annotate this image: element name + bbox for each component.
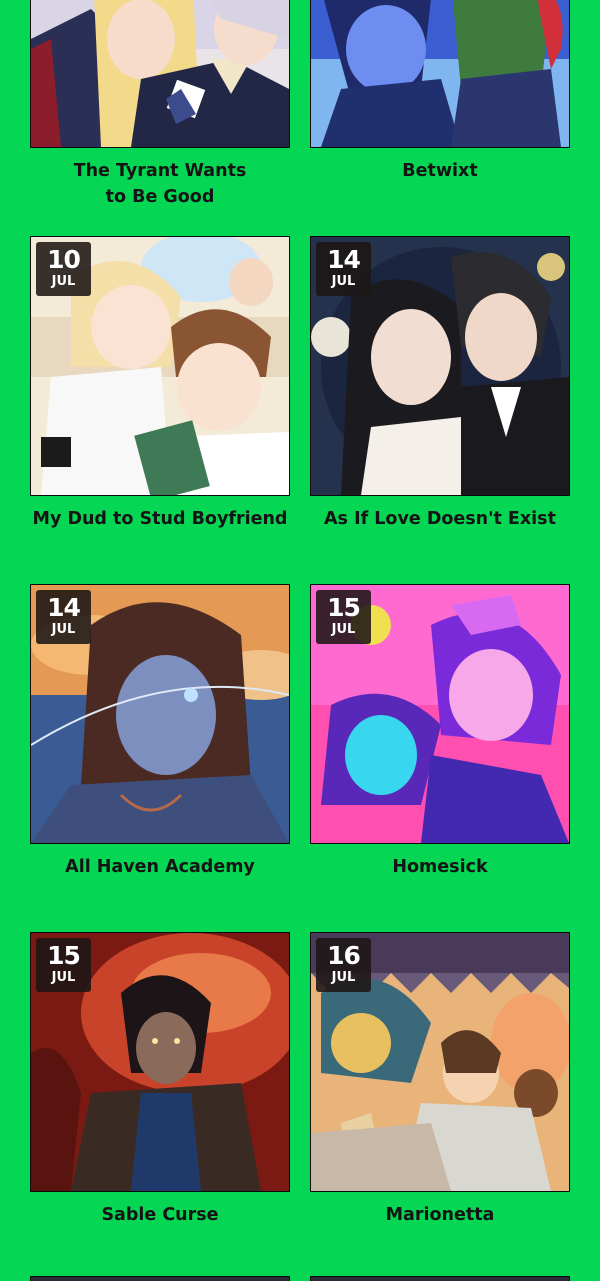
- series-card[interactable]: 15 JUL Homesick: [310, 584, 570, 932]
- series-thumbnail[interactable]: 10 JUL: [30, 236, 290, 496]
- series-title[interactable]: The Tyrant Wants to Be Good: [30, 158, 290, 210]
- release-date-badge: 14 JUL: [36, 590, 91, 644]
- release-day: 14: [327, 245, 361, 274]
- next-row-thumbnail-edge[interactable]: [30, 1276, 290, 1281]
- series-title[interactable]: Homesick: [310, 854, 570, 880]
- royal-couple-art-image: [31, 0, 289, 147]
- series-title[interactable]: My Dud to Stud Boyfriend: [30, 506, 290, 532]
- series-title[interactable]: As If Love Doesn't Exist: [310, 506, 570, 532]
- series-thumbnail[interactable]: 15 JUL: [30, 932, 290, 1192]
- series-card[interactable]: Betwixt: [310, 0, 570, 236]
- release-day: 14: [47, 593, 81, 622]
- release-month: JUL: [331, 970, 356, 985]
- release-month: JUL: [51, 274, 76, 289]
- series-title-line: The Tyrant Wants: [73, 161, 247, 181]
- release-month: JUL: [51, 970, 76, 985]
- blue-boy-art-image: [311, 0, 569, 147]
- series-grid: The Tyrant Wants to Be Good Betwixt 10 J…: [30, 0, 570, 1280]
- series-card[interactable]: The Tyrant Wants to Be Good: [30, 0, 290, 236]
- release-month: JUL: [331, 274, 356, 289]
- series-thumbnail[interactable]: [30, 0, 290, 148]
- release-date-badge: 15 JUL: [316, 590, 371, 644]
- release-date-badge: 16 JUL: [316, 938, 371, 992]
- series-thumbnail[interactable]: 16 JUL: [310, 932, 570, 1192]
- series-title-line: to Be Good: [105, 187, 215, 207]
- release-date-badge: 14 JUL: [316, 242, 371, 296]
- release-day: 16: [327, 941, 361, 970]
- series-title[interactable]: Sable Curse: [30, 1202, 290, 1228]
- series-title[interactable]: Betwixt: [310, 158, 570, 184]
- series-card[interactable]: 14 JUL All Haven Academy: [30, 584, 290, 932]
- series-thumbnail[interactable]: 14 JUL: [310, 236, 570, 496]
- series-thumbnail[interactable]: 14 JUL: [30, 584, 290, 844]
- release-day: 15: [327, 593, 361, 622]
- next-row-thumbnail-edge[interactable]: [310, 1276, 570, 1281]
- release-month: JUL: [51, 622, 76, 637]
- series-card[interactable]: 14 JUL As If Love Doesn't Exist: [310, 236, 570, 584]
- series-thumbnail[interactable]: [310, 0, 570, 148]
- release-date-badge: 15 JUL: [36, 938, 91, 992]
- series-thumbnail[interactable]: 15 JUL: [310, 584, 570, 844]
- series-card[interactable]: 10 JUL My Dud to Stud Boyfriend: [30, 236, 290, 584]
- release-day: 15: [47, 941, 81, 970]
- release-month: JUL: [331, 622, 356, 637]
- release-date-badge: 10 JUL: [36, 242, 91, 296]
- series-card[interactable]: 16 JUL Marionetta: [310, 932, 570, 1280]
- series-title[interactable]: Marionetta: [310, 1202, 570, 1228]
- series-title[interactable]: All Haven Academy: [30, 854, 290, 880]
- release-day: 10: [47, 245, 81, 274]
- series-card[interactable]: 15 JUL Sable Curse: [30, 932, 290, 1280]
